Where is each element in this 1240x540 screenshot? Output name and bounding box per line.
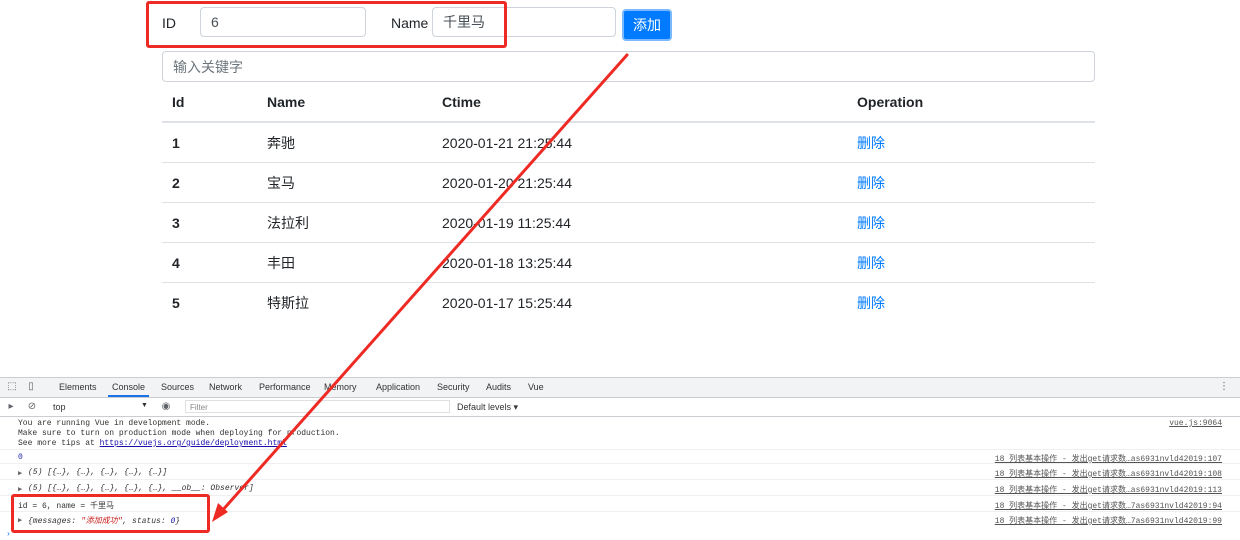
table-row: 1 奔驰 2020-01-21 21:25:44 删除 [162, 122, 1095, 163]
device-toolbar-icon[interactable]: ▯ [25, 381, 37, 393]
tab-console[interactable]: Console [107, 382, 150, 397]
more-options-icon[interactable]: ⋮ [1218, 381, 1230, 393]
expand-triangle-icon[interactable]: ▶ [18, 485, 22, 494]
header-name: Name [257, 83, 432, 123]
devtools-tabbar: ⬚ ▯ Elements Console Sources Network Per… [0, 378, 1240, 398]
tab-network[interactable]: Network [209, 382, 242, 392]
console-source-link[interactable]: 18 列表基本操作 - 发出get请求数…7as6931nvld42019:99 [995, 515, 1222, 526]
docs-link[interactable]: https://vuejs.org/guide/deployment.html [100, 439, 287, 448]
header-id: Id [162, 83, 257, 123]
tab-memory[interactable]: Memory [324, 382, 357, 392]
cell-id: 2 [162, 162, 257, 203]
add-button[interactable]: 添加 [622, 9, 672, 41]
console-toolbar: ▸ ⊘ top ▼ ◉ Filter Default levels ▾ [0, 398, 1240, 417]
expand-triangle-icon[interactable]: ▶ [18, 469, 22, 478]
tab-vue[interactable]: Vue [528, 382, 544, 392]
cell-name: 宝马 [257, 162, 432, 203]
annotation-form-box [146, 1, 507, 48]
table-row: 4 丰田 2020-01-18 13:25:44 删除 [162, 242, 1095, 283]
console-line: You are running Vue in development mode. [18, 419, 211, 428]
cell-name: 奔驰 [257, 122, 432, 163]
console-source-link[interactable]: vue.js:9064 [1169, 419, 1222, 428]
sidebar-toggle-icon[interactable]: ▸ [5, 401, 17, 413]
cell-id: 3 [162, 202, 257, 243]
table-header-row: Id Name Ctime Operation [162, 83, 1095, 123]
console-line[interactable]: (5) [{…}, {…}, {…}, {…}, {…}, __ob__: Ob… [28, 484, 254, 493]
console-source-link[interactable]: 18 列表基本操作 - 发出get请求数…7as6931nvld42019:94 [995, 500, 1222, 511]
inspect-element-icon[interactable]: ⬚ [6, 381, 18, 393]
cell-ctime: 2020-01-20 21:25:44 [432, 162, 847, 203]
levels-dropdown[interactable]: Default levels ▾ [457, 402, 518, 413]
delete-link[interactable]: 删除 [857, 175, 885, 191]
header-ctime: Ctime [432, 83, 847, 123]
console-source-link[interactable]: 18 列表基本操作 - 发出get请求数…as6931nvld42019:113 [995, 484, 1222, 495]
annotation-console-box [11, 494, 210, 533]
console-source-link[interactable]: 18 列表基本操作 - 发出get请求数…as6931nvld42019:107 [995, 453, 1222, 464]
tab-audits[interactable]: Audits [486, 382, 511, 392]
table-row: 2 宝马 2020-01-20 21:25:44 删除 [162, 162, 1095, 203]
delete-link[interactable]: 删除 [857, 255, 885, 271]
tab-elements[interactable]: Elements [59, 382, 97, 392]
eye-icon[interactable]: ◉ [160, 401, 172, 413]
cell-id: 5 [172, 294, 180, 311]
table-row: 3 法拉利 2020-01-19 11:25:44 删除 [162, 202, 1095, 243]
table-row: 5 特斯拉 2020-01-17 15:25:44 删除 [162, 283, 1095, 323]
clear-console-icon[interactable]: ⊘ [26, 401, 38, 413]
tab-application[interactable]: Application [376, 382, 420, 392]
cell-ctime: 2020-01-17 15:25:44 [442, 294, 572, 311]
delete-link[interactable]: 删除 [857, 135, 885, 151]
cell-id: 4 [162, 242, 257, 283]
cell-name: 丰田 [257, 242, 432, 283]
context-select[interactable]: top [53, 402, 66, 412]
data-table: Id Name Ctime Operation 1 奔驰 2020-01-21 … [162, 83, 1095, 322]
tab-security[interactable]: Security [437, 382, 470, 392]
context-dropdown-icon[interactable]: ▼ [141, 402, 148, 409]
search-input[interactable] [162, 51, 1095, 82]
cell-ctime: 2020-01-19 11:25:44 [432, 202, 847, 243]
filter-input[interactable]: Filter [185, 400, 450, 413]
cell-name: 特斯拉 [267, 294, 309, 311]
cell-ctime: 2020-01-21 21:25:44 [432, 122, 847, 163]
delete-link[interactable]: 删除 [857, 295, 885, 311]
header-operation: Operation [847, 83, 1095, 123]
console-line[interactable]: (5) [{…}, {…}, {…}, {…}, {…}] [28, 468, 167, 477]
console-line: 0 [18, 453, 23, 462]
cell-id: 1 [162, 122, 257, 163]
cell-ctime: 2020-01-18 13:25:44 [432, 242, 847, 283]
console-line: Make sure to turn on production mode whe… [18, 429, 340, 438]
cell-name: 法拉利 [257, 202, 432, 243]
tab-sources[interactable]: Sources [161, 382, 194, 392]
console-source-link[interactable]: 18 列表基本操作 - 发出get请求数…as6931nvld42019:108 [995, 468, 1222, 479]
tab-performance[interactable]: Performance [259, 382, 311, 392]
console-line: See more tips at https://vuejs.org/guide… [18, 439, 287, 448]
delete-link[interactable]: 删除 [857, 215, 885, 231]
console-prompt-icon[interactable]: › [6, 530, 11, 539]
